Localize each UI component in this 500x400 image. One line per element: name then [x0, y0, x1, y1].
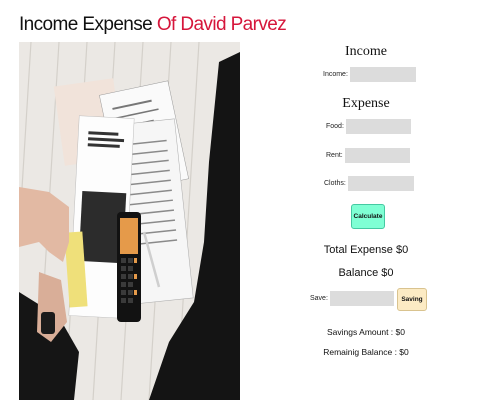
cloths-row: Cloths: — [324, 176, 414, 191]
page-title: Income Expense Of David Parvez — [19, 14, 287, 36]
cloths-label: Cloths: — [324, 180, 346, 187]
expense-heading: Expense — [342, 96, 390, 111]
balance-text: Balance $0 — [338, 267, 394, 279]
rent-input[interactable] — [344, 148, 410, 163]
rent-row: Rent: — [326, 148, 410, 163]
food-label: Food: — [326, 123, 344, 130]
saving-button[interactable]: Saving — [397, 288, 427, 311]
calculate-button[interactable]: Calculate — [351, 204, 385, 229]
income-input[interactable] — [349, 67, 416, 82]
food-input[interactable] — [345, 119, 411, 134]
title-main: Income Expense — [19, 14, 157, 35]
finance-desk-photo — [19, 42, 240, 400]
calculator-panel: Income Expense — [300, 0, 432, 400]
save-row: Save: % — [310, 291, 405, 306]
rent-label: Rent: — [326, 152, 343, 159]
income-label: Income: — [323, 71, 348, 78]
total-expense-text: Total Expense $0 — [323, 244, 409, 256]
cloths-input[interactable] — [347, 176, 414, 191]
income-heading: Income — [345, 44, 387, 59]
save-label: Save: — [310, 295, 328, 302]
food-row: Food: — [326, 119, 411, 134]
save-percent-input[interactable] — [329, 291, 394, 306]
income-row: Income: — [323, 67, 416, 82]
remaining-balance-text: Remainig Balance : $0 — [323, 347, 409, 357]
title-name-highlight: Of David Parvez — [156, 14, 287, 35]
savings-amount-text: Savings Amount : $0 — [327, 327, 405, 337]
